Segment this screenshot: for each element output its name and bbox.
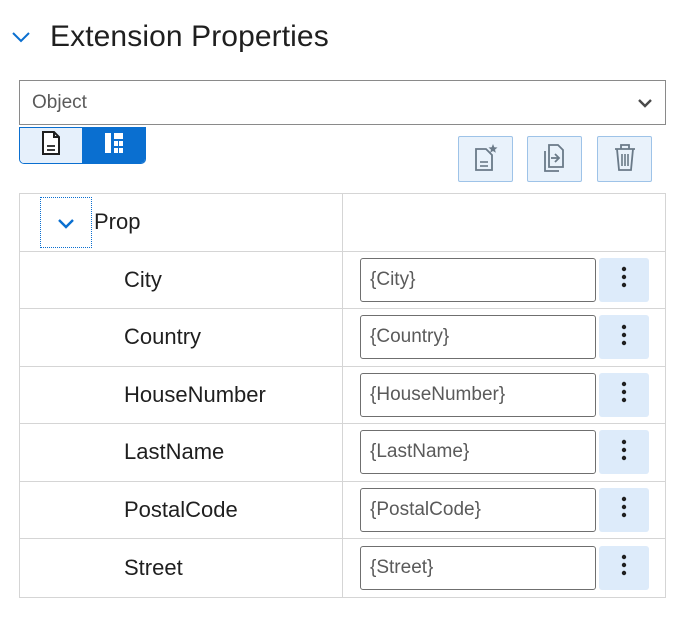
extension-properties-panel: Extension Properties Object Prop City {C… — [0, 0, 694, 620]
property-table: Prop City {City} Country {Country} House… — [19, 193, 666, 598]
chevron-down-icon[interactable] — [8, 24, 34, 50]
property-value-input[interactable]: {LastName} — [360, 430, 596, 475]
section-header[interactable]: Extension Properties — [8, 14, 329, 60]
more-vertical-icon — [621, 495, 627, 524]
table-row: City {City} — [20, 251, 665, 309]
import-icon — [540, 141, 570, 178]
property-menu-button[interactable] — [599, 315, 649, 360]
property-value-input[interactable]: {City} — [360, 257, 596, 302]
table-row: LastName {LastName} — [20, 424, 665, 482]
property-value-input[interactable]: {HouseNumber} — [360, 372, 596, 417]
delete-icon — [610, 141, 640, 178]
group-expand-toggle[interactable] — [40, 196, 92, 248]
table-row: HouseNumber {HouseNumber} — [20, 366, 665, 424]
more-vertical-icon — [621, 380, 627, 409]
type-select-value: Object — [32, 91, 87, 113]
view-toggle — [19, 127, 146, 164]
document-view-icon — [40, 130, 62, 161]
property-menu-button[interactable] — [599, 430, 649, 475]
property-name: LastName — [20, 424, 343, 481]
delete-button[interactable] — [597, 136, 652, 182]
table-row: PostalCode {PostalCode} — [20, 481, 665, 539]
property-name: PostalCode — [20, 481, 343, 538]
property-value-input[interactable]: {PostalCode} — [360, 487, 596, 532]
chevron-down-icon — [637, 95, 653, 111]
group-label: Prop — [94, 209, 141, 235]
chevron-down-icon — [57, 209, 75, 235]
property-name: Street — [20, 539, 343, 597]
type-select[interactable]: Object — [19, 80, 666, 125]
tree-view-button[interactable] — [82, 128, 145, 163]
property-value-input[interactable]: {Street} — [360, 545, 596, 590]
more-vertical-icon — [621, 553, 627, 582]
document-view-button[interactable] — [20, 128, 83, 163]
table-row-group: Prop — [20, 194, 665, 252]
property-name: City — [20, 251, 343, 308]
group-name-cell: Prop — [20, 194, 343, 251]
property-name: HouseNumber — [20, 366, 343, 423]
section-title: Extension Properties — [50, 20, 329, 53]
group-value-cell — [343, 194, 665, 251]
table-row: Country {Country} — [20, 309, 665, 367]
more-vertical-icon — [621, 265, 627, 294]
more-vertical-icon — [621, 438, 627, 467]
property-menu-button[interactable] — [599, 257, 649, 302]
property-value-input[interactable]: {Country} — [360, 315, 596, 360]
new-property-button[interactable] — [458, 136, 513, 182]
table-row: Street {Street} — [20, 539, 665, 597]
property-menu-button[interactable] — [599, 545, 649, 590]
new-property-icon — [471, 141, 501, 178]
import-button[interactable] — [527, 136, 582, 182]
property-name: Country — [20, 309, 343, 366]
tree-view-icon — [102, 130, 126, 161]
property-menu-button[interactable] — [599, 487, 649, 532]
property-menu-button[interactable] — [599, 372, 649, 417]
more-vertical-icon — [621, 323, 627, 352]
